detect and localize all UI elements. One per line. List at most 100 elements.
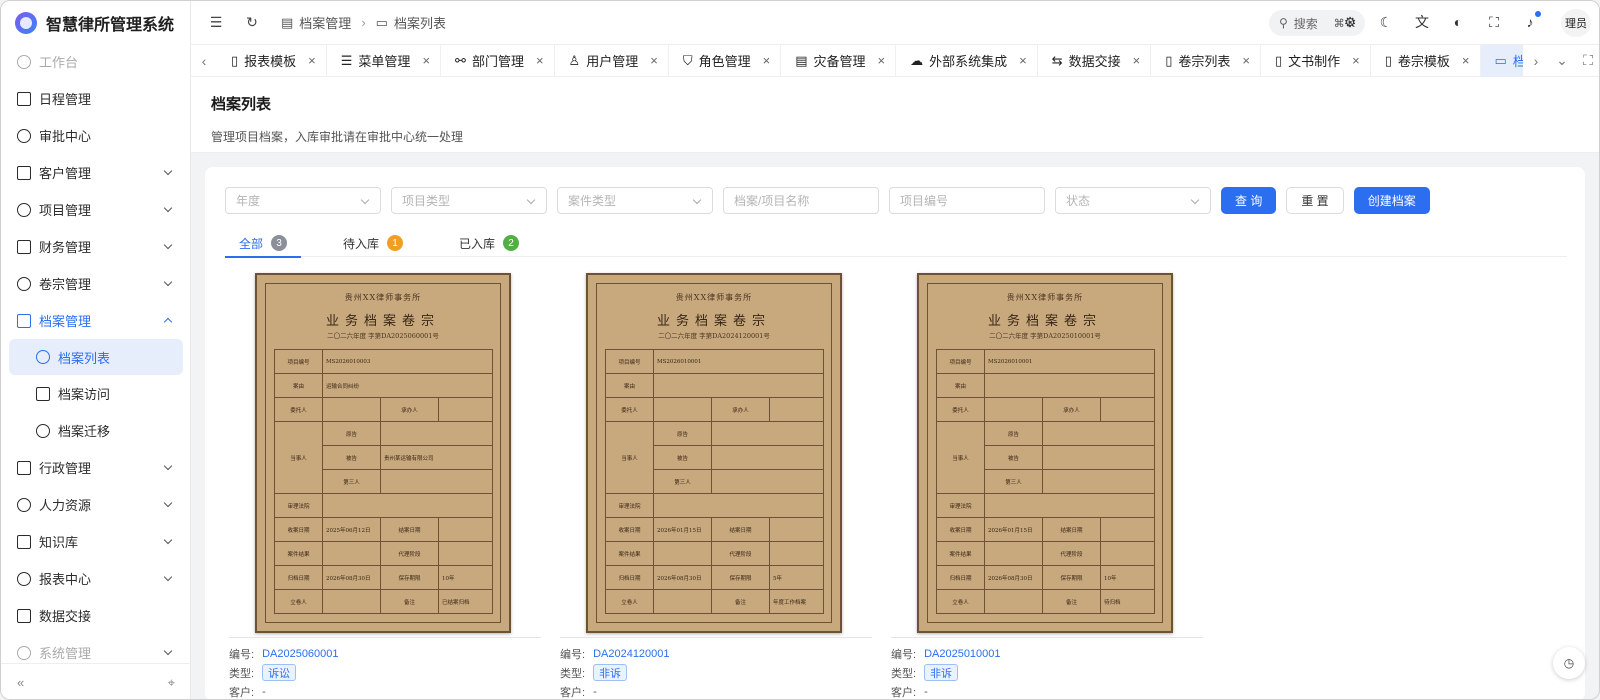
year-select[interactable]: 年度 <box>225 187 381 214</box>
close-icon[interactable]: × <box>308 53 316 68</box>
tab-9[interactable]: ▯ 文书制作 × <box>1261 44 1371 77</box>
archive-code-link[interactable]: DA2025060001 <box>262 648 338 660</box>
close-icon[interactable]: × <box>878 53 886 68</box>
tab-label: 数据交接 <box>1068 54 1121 69</box>
tab-3[interactable]: ♙ 用户管理 × <box>555 44 669 77</box>
close-icon[interactable]: × <box>1352 53 1360 68</box>
close-icon[interactable]: × <box>763 53 771 68</box>
tab-2[interactable]: ⚯ 部门管理 × <box>441 44 555 77</box>
tab-6[interactable]: ☁ 外部系统集成 × <box>896 44 1038 77</box>
sidebar-item[interactable]: 档案访问 <box>1 375 191 412</box>
refresh-icon[interactable]: ↻ <box>241 12 263 34</box>
cover-cell: 代理阶段 <box>1042 541 1101 566</box>
close-icon[interactable]: × <box>1242 53 1250 68</box>
tab-7[interactable]: ⇆ 数据交接 × <box>1038 44 1152 77</box>
tab-5[interactable]: ▤ 灾备管理 × <box>781 44 897 77</box>
sidebar-item[interactable]: 日程管理 <box>1 80 191 117</box>
chevron-down-icon <box>163 461 173 471</box>
sidebar-item[interactable]: 项目管理 <box>1 191 191 228</box>
bell-icon[interactable]: ♪ <box>1521 11 1541 31</box>
cover-cell: 承办人 <box>380 397 439 422</box>
status-tab[interactable]: 待入库 1 <box>329 229 417 257</box>
status-tab-label: 全部 <box>239 236 264 251</box>
case-type-select[interactable]: 案件类型 <box>557 187 713 214</box>
tabs-prev-icon[interactable]: ‹ <box>191 45 217 77</box>
archive-cover-image[interactable]: 贵州XX律师事务所 业务档案卷宗 二〇二六年度 字第DA2025010001号 项目编… <box>917 273 1173 633</box>
cover-cell: 运输合同纠纷 <box>322 373 493 398</box>
tabs-maximize-icon[interactable]: ⛶ <box>1575 45 1599 77</box>
create-archive-button[interactable]: 创建档案 <box>1353 187 1430 214</box>
status-tab[interactable]: 全部 3 <box>225 229 302 258</box>
tab-1[interactable]: ☰ 菜单管理 × <box>327 44 442 77</box>
archive-card[interactable]: 贵州XX律师事务所 业务档案卷宗 二〇二六年度 字第DA2025060001号 项目编… <box>221 273 543 699</box>
status-select[interactable]: 状态 <box>1055 187 1211 214</box>
tab-11[interactable]: ▭档案列表× <box>1480 44 1523 77</box>
sidebar-item[interactable]: 数据交接 <box>1 597 191 634</box>
building-icon <box>17 460 31 475</box>
project-no-input[interactable]: 项目编号 <box>889 187 1045 214</box>
avatar[interactable]: 理员 <box>1561 9 1591 37</box>
sidebar-item-label: 系统管理 <box>39 646 92 661</box>
close-icon[interactable]: × <box>422 53 430 68</box>
name-input[interactable]: 档案/项目名称 <box>723 187 879 214</box>
sidebar-item[interactable]: 客户管理 <box>1 154 191 191</box>
sidebar-item[interactable]: 审批中心 <box>1 117 191 154</box>
sidebar-item[interactable]: 档案管理 <box>1 302 191 339</box>
archive-cover-image[interactable]: 贵州XX律师事务所 业务档案卷宗 二〇二六年度 字第DA2024120001号 项目编… <box>586 273 842 633</box>
cover-cell: 2026年01月15日 <box>984 517 1043 542</box>
close-icon[interactable]: × <box>650 53 658 68</box>
cover-cell: 2026年08月30日 <box>653 565 712 590</box>
palette-icon[interactable]: ◐ <box>1449 13 1467 31</box>
fullscreen-icon[interactable]: ⛶ <box>1485 13 1503 31</box>
sidebar-item[interactable]: 报表中心 <box>1 560 191 597</box>
cover-cell: 备注 <box>380 589 439 614</box>
archive-code-link[interactable]: DA2025010001 <box>924 648 1000 660</box>
tab-8[interactable]: ▯ 卷宗列表 × <box>1151 44 1261 77</box>
tabs-next-icon[interactable]: › <box>1523 45 1549 77</box>
close-icon[interactable]: × <box>536 53 544 68</box>
sidebar-item[interactable]: 财务管理 <box>1 228 191 265</box>
breadcrumb-item[interactable]: 档案管理 <box>299 13 351 32</box>
sidebar-item[interactable]: 档案迁移 <box>1 412 191 449</box>
query-button[interactable]: 查 询 <box>1221 187 1277 214</box>
sidebar-item[interactable]: 行政管理 <box>1 449 191 486</box>
cover-cell <box>1042 445 1155 470</box>
pin-icon[interactable]: ⌖ <box>168 675 175 691</box>
archive-card[interactable]: 贵州XX律师事务所 业务档案卷宗 二〇二六年度 字第DA2024120001号 项目编… <box>552 273 874 699</box>
menu-toggle-icon[interactable]: ☰ <box>205 12 227 34</box>
cover-cell: 2026年08月30日 <box>322 565 381 590</box>
tabs-dropdown-icon[interactable]: ⌄ <box>1549 45 1575 77</box>
archive-code-link[interactable]: DA2024120001 <box>593 648 669 660</box>
archive-card[interactable]: 贵州XX律师事务所 业务档案卷宗 二〇二六年度 字第DA2025010001号 项目编… <box>883 273 1205 699</box>
client-value: - <box>924 685 928 698</box>
archive-cover-image[interactable]: 贵州XX律师事务所 业务档案卷宗 二〇二六年度 字第DA2025060001号 项目编… <box>255 273 511 633</box>
settings-icon[interactable]: ⚙ <box>1341 13 1359 31</box>
chevron-down-icon <box>163 535 173 545</box>
sidebar-item[interactable]: 档案列表 <box>9 339 183 375</box>
cover-cell <box>322 397 381 422</box>
tab-0[interactable]: ▯ 报表模板 × <box>217 44 327 77</box>
moon-icon[interactable]: ☾ <box>1377 13 1395 31</box>
tab-10[interactable]: ▯ 卷宗模板 × <box>1371 44 1481 77</box>
status-placeholder: 状态 <box>1066 194 1091 208</box>
tab-4[interactable]: ⛉ 角色管理 × <box>669 44 782 77</box>
sidebar-item[interactable]: 人力资源 <box>1 486 191 523</box>
history-button[interactable]: ◷ <box>1553 647 1585 679</box>
collapse-sidebar-icon[interactable]: « <box>17 675 24 690</box>
sidebar-item[interactable]: 知识库 <box>1 523 191 560</box>
meta-type: 类型: 非诉 <box>891 663 1203 682</box>
sidebar-item[interactable]: 工作台 <box>1 43 191 80</box>
status-tab[interactable]: 已入库 2 <box>445 229 533 257</box>
folder-icon: ▭ <box>1494 52 1507 68</box>
close-icon[interactable]: × <box>1133 53 1141 68</box>
close-icon[interactable]: × <box>1019 53 1027 68</box>
reset-button[interactable]: 重 置 <box>1286 187 1344 214</box>
meta-client: 客户: - <box>229 682 541 699</box>
sidebar-item[interactable]: 卷宗管理 <box>1 265 191 302</box>
translate-icon[interactable]: 文 <box>1413 13 1431 31</box>
approval-icon <box>17 128 31 143</box>
close-icon[interactable]: × <box>1462 53 1470 68</box>
folder-icon: ▭ <box>375 14 388 30</box>
cover-cell <box>984 397 1043 422</box>
project-type-select[interactable]: 项目类型 <box>391 187 547 214</box>
